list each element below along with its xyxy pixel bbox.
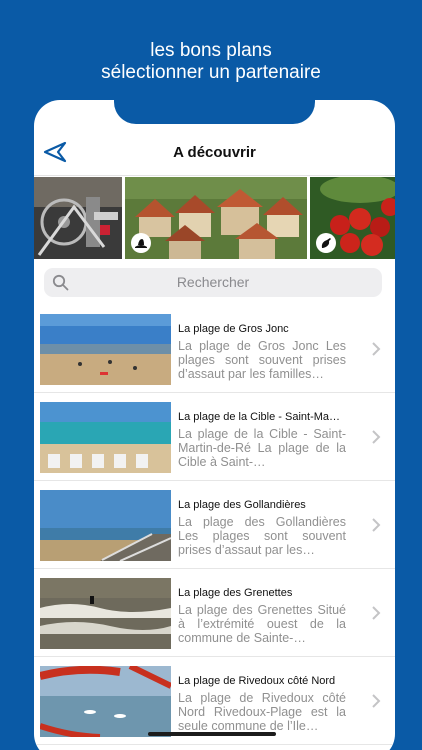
promo-line-1: les bons plans <box>150 40 272 61</box>
item-description: La plage des Gollandières Les plages son… <box>178 515 346 557</box>
list-item[interactable]: La plage de Gros Jonc La plage de Gros J… <box>34 305 395 393</box>
item-description: La plage de Rivedoux côté Nord Rivedoux-… <box>178 691 346 733</box>
search-input[interactable]: Rechercher <box>44 268 382 297</box>
chevron-right-icon <box>371 430 381 444</box>
beach-thumbnail <box>40 402 171 473</box>
chevron-right-icon <box>371 606 381 620</box>
search-placeholder: Rechercher <box>176 274 250 290</box>
item-title: La plage de Gros Jonc <box>178 323 289 335</box>
home-indicator[interactable] <box>148 732 276 736</box>
item-title: La plage des Gollandières <box>178 499 306 511</box>
item-description: La plage de Gros Jonc Les plages sont so… <box>178 339 346 381</box>
place-list: La plage de Gros Jonc La plage de Gros J… <box>34 305 395 745</box>
item-description: La plage de la Cible - Saint-Martin-de-R… <box>178 427 346 469</box>
beach-thumbnail <box>40 578 171 649</box>
list-item[interactable]: La plage de la Cible - Saint-Ma… La plag… <box>34 393 395 481</box>
item-title: La plage de la Cible - Saint-Ma… <box>178 411 341 423</box>
phone-screen: A découvrir Rechercher La plage de Gros … <box>34 100 395 750</box>
promo-caption: les bons plans sélectionner un partenair… <box>0 40 422 84</box>
list-item[interactable]: La plage des Gollandières La plage des G… <box>34 481 395 569</box>
page-title: A découvrir <box>173 144 256 161</box>
pepper-icon <box>316 233 336 253</box>
beach-thumbnail <box>40 314 171 385</box>
chevron-right-icon <box>371 694 381 708</box>
gallery-tile-village[interactable] <box>125 177 307 259</box>
beach-thumbnail <box>40 490 171 561</box>
list-item[interactable]: La plage des Grenettes La plage des Gren… <box>34 569 395 657</box>
gallery-tile-tomatoes[interactable] <box>310 177 395 259</box>
phone-notch <box>114 100 315 124</box>
beach-thumbnail <box>40 666 171 737</box>
hat-icon <box>131 233 151 253</box>
chevron-right-icon <box>371 518 381 532</box>
item-title: La plage des Grenettes <box>178 587 293 599</box>
category-gallery[interactable] <box>34 177 395 259</box>
item-description: La plage des Grenettes Situé à l’extrémi… <box>178 603 346 645</box>
chevron-right-icon <box>371 342 381 356</box>
navigation-bar: A découvrir <box>34 130 395 176</box>
item-title: La plage de Rivedoux côté Nord <box>178 675 336 687</box>
promo-line-2: sélectionner un partenaire <box>101 62 321 83</box>
gallery-tile-bike[interactable] <box>34 177 122 259</box>
